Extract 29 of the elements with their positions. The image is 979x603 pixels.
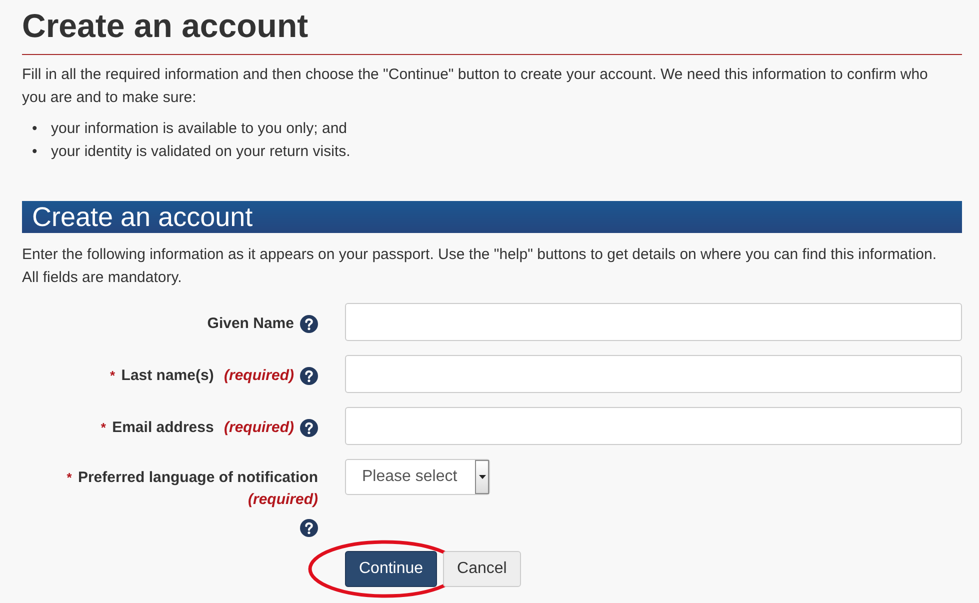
field-label: Email address [112,419,214,436]
cancel-button[interactable]: Cancel [443,551,521,587]
continue-button[interactable]: Continue [345,551,438,587]
section-banner: Create an account [22,201,962,233]
bullet-marker: • [32,119,38,139]
caret-icon [478,475,486,479]
bullet-item: your identity is validated on your return visits. [51,142,350,162]
help-icon[interactable] [300,419,318,437]
instructions-text: Enter the following information as it appears on your passport. Use the "help" buttons to get details on where you can find this information. All fields are mandatory. [22,245,938,288]
required-asterisk: * [110,368,116,383]
text-field[interactable] [345,303,962,341]
bullet-item: your information is available to you only; and [51,119,348,139]
required-asterisk: * [66,470,72,485]
help-icon[interactable] [300,367,318,385]
bullet-marker: • [32,142,38,162]
required-note: (required) [248,491,318,508]
field-label: Preferred language of notification [78,469,318,486]
required-note: (required) [224,419,294,436]
text-field[interactable] [345,355,962,393]
field-label: Given Name [207,315,294,332]
required-asterisk: * [100,420,106,435]
language-dropdown[interactable]: Please select [345,459,490,495]
field-label: Last name(s) [121,367,214,384]
required-note: (required) [224,367,294,384]
help-icon[interactable] [300,519,318,537]
text-field[interactable] [345,407,962,445]
page-title: Create an account [22,6,310,46]
help-icon[interactable] [300,315,318,333]
intro-text: Fill in all the required information and then choose the "Continue" button to create your account. We need this information to confirm who you are and to make sure: [22,65,929,108]
